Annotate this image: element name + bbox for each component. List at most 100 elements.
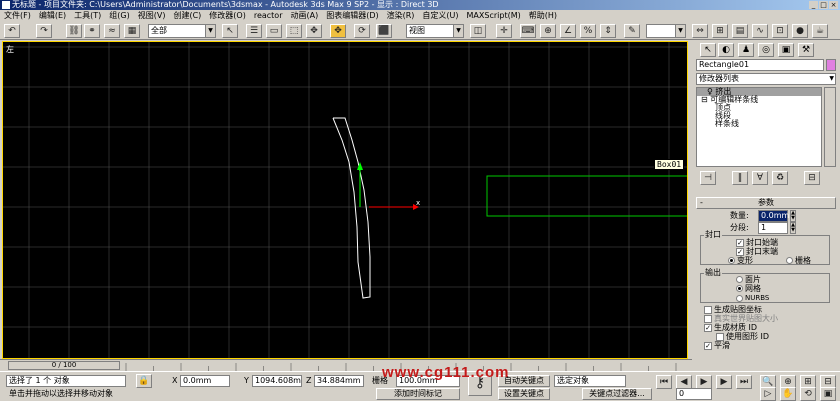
lock-selection-icon[interactable]: 🔒: [136, 374, 152, 388]
layer-manager-icon[interactable]: ▤: [732, 24, 748, 38]
pan-icon[interactable]: ✋: [780, 387, 796, 401]
render-setup-icon[interactable]: ☕: [812, 24, 828, 38]
pivot-icon[interactable]: ◫: [470, 24, 486, 38]
menu-customize[interactable]: 自定义(U): [418, 10, 462, 22]
viewport-left[interactable]: x 左: [2, 41, 688, 359]
timeline[interactable]: 0 / 100: [0, 359, 692, 371]
unlink-icon[interactable]: ⚭: [84, 24, 100, 38]
manipulate-icon[interactable]: ✛: [496, 24, 512, 38]
grid-radio[interactable]: 栅格: [786, 256, 811, 266]
menu-graph-editors[interactable]: 图表编辑器(D): [322, 10, 382, 22]
y-coord-field[interactable]: 1094.608m: [252, 375, 302, 387]
angle-snap-icon[interactable]: ∠: [560, 24, 576, 38]
menu-group[interactable]: 组(G): [105, 10, 133, 22]
menu-views[interactable]: 视图(V): [134, 10, 170, 22]
percent-snap-icon[interactable]: %: [580, 24, 596, 38]
menu-modifiers[interactable]: 修改器(O): [205, 10, 250, 22]
morph-radio[interactable]: 变形: [728, 256, 753, 266]
selection-filter-dropdown[interactable]: 全部 ▼: [148, 24, 216, 38]
prev-frame-icon[interactable]: ◀: [676, 375, 692, 389]
named-selection-icon[interactable]: ✎: [624, 24, 640, 38]
play-icon[interactable]: ▶: [696, 375, 712, 389]
menu-help[interactable]: 帮助(H): [525, 10, 561, 22]
select-object-icon[interactable]: ↖: [222, 24, 238, 38]
material-editor-icon[interactable]: ●: [792, 24, 808, 38]
rotate-icon[interactable]: ⟳: [354, 24, 370, 38]
curve-editor-icon[interactable]: ∿: [752, 24, 768, 38]
key-filters-button[interactable]: 关键点过滤器...: [582, 388, 652, 400]
curved-shape-outline[interactable]: [332, 117, 371, 299]
current-frame-field[interactable]: 0: [676, 388, 712, 400]
keyboard-shortcut-icon[interactable]: ⌨: [520, 24, 536, 38]
menu-animation[interactable]: 动画(A): [286, 10, 322, 22]
maximize-viewport-icon[interactable]: ▣: [820, 387, 836, 401]
select-link-icon[interactable]: ⛓: [66, 24, 82, 38]
nurbs-radio[interactable]: NURBS: [736, 293, 769, 303]
hierarchy-tab-icon[interactable]: ♟: [738, 43, 754, 57]
segments-spinner[interactable]: ▲ ▼: [790, 222, 796, 234]
add-time-tag-button[interactable]: 添加时间标记: [376, 388, 460, 400]
bind-space-warp-icon[interactable]: ≈: [104, 24, 120, 38]
amount-field[interactable]: 0.0mm: [758, 210, 789, 222]
mirror-icon[interactable]: ⇔: [692, 24, 708, 38]
configure-sets-icon[interactable]: ⊟: [804, 171, 820, 185]
rect-selection-icon[interactable]: ▭: [266, 24, 282, 38]
menu-file[interactable]: 文件(F): [0, 10, 35, 22]
field-of-view-icon[interactable]: ▷: [760, 387, 776, 401]
move-icon[interactable]: ✥: [330, 24, 346, 38]
modifier-list-dropdown[interactable]: 修改器列表 ▼: [696, 73, 836, 85]
object-name-field[interactable]: Rectangle01: [696, 59, 824, 71]
viewport-label[interactable]: 左: [6, 44, 14, 55]
time-slider[interactable]: 0 / 100: [8, 361, 120, 370]
menu-maxscript[interactable]: MAXScript(M): [463, 10, 525, 22]
goto-end-icon[interactable]: ⏭: [736, 375, 752, 389]
select-move-icon[interactable]: ✥: [306, 24, 322, 38]
x-coord-field[interactable]: 0.0mm: [180, 375, 230, 387]
pin-stack-icon[interactable]: ⊣: [700, 171, 716, 185]
show-end-result-icon[interactable]: ‖: [732, 171, 748, 185]
close-button[interactable]: ×: [829, 1, 838, 9]
named-selection-dropdown[interactable]: ▼: [646, 24, 686, 38]
align-icon[interactable]: ⊞: [712, 24, 728, 38]
snap-toggle-icon[interactable]: ⊕: [540, 24, 556, 38]
motion-tab-icon[interactable]: ◎: [758, 43, 774, 57]
menu-reactor[interactable]: reactor: [250, 10, 287, 22]
reference-coord-dropdown[interactable]: 视图 ▼: [406, 24, 464, 38]
params-rollout-header[interactable]: 参数 -: [696, 197, 836, 209]
window-crossing-icon[interactable]: ⬚: [286, 24, 302, 38]
stack-item-spline[interactable]: 样条线: [697, 120, 821, 128]
scale-icon[interactable]: ⬛: [376, 24, 392, 38]
modifier-stack[interactable]: ♀ 挤出 ⊟ 可编辑样条线 顶点 线段 样条线: [696, 87, 822, 167]
menu-create[interactable]: 创建(C): [169, 10, 205, 22]
smooth-checkbox[interactable]: ✓ 平滑: [704, 341, 730, 351]
menu-tools[interactable]: 工具(T): [70, 10, 105, 22]
snap-icon[interactable]: ▦: [124, 24, 140, 38]
menu-edit[interactable]: 编辑(E): [35, 10, 70, 22]
z-coord-field[interactable]: 34.884mm: [314, 375, 364, 387]
select-by-name-icon[interactable]: ☰: [246, 24, 262, 38]
modify-tab-icon[interactable]: ◐: [718, 43, 734, 57]
utilities-tab-icon[interactable]: ⚒: [798, 43, 814, 57]
set-key-button[interactable]: 设置关键点: [498, 388, 550, 400]
stack-scrollbar[interactable]: [824, 87, 836, 167]
selected-object-dropdown[interactable]: 选定对象: [554, 375, 626, 387]
undo-icon[interactable]: ↶: [4, 24, 20, 38]
amount-spinner[interactable]: ▲ ▼: [790, 210, 796, 222]
checkbox-checked-icon: ✓: [704, 341, 712, 350]
display-tab-icon[interactable]: ▣: [778, 43, 794, 57]
orbit-icon[interactable]: ⟲: [800, 387, 816, 401]
maximize-button[interactable]: □: [819, 1, 828, 9]
schematic-view-icon[interactable]: ⊡: [772, 24, 788, 38]
redo-icon[interactable]: ↷: [36, 24, 52, 38]
object-color-swatch[interactable]: [826, 59, 836, 71]
spinner-snap-icon[interactable]: ⇕: [600, 24, 616, 38]
minimize-button[interactable]: _: [809, 1, 818, 9]
segments-field[interactable]: 1: [758, 222, 788, 234]
menu-rendering[interactable]: 渲染(R): [383, 10, 419, 22]
create-tab-icon[interactable]: ↖: [700, 43, 716, 57]
make-unique-icon[interactable]: ∀: [752, 171, 768, 185]
next-frame-icon[interactable]: ▶: [716, 375, 732, 389]
box01-rect[interactable]: [486, 175, 688, 217]
remove-modifier-icon[interactable]: ♻: [772, 171, 788, 185]
goto-start-icon[interactable]: ⏮: [656, 375, 672, 389]
